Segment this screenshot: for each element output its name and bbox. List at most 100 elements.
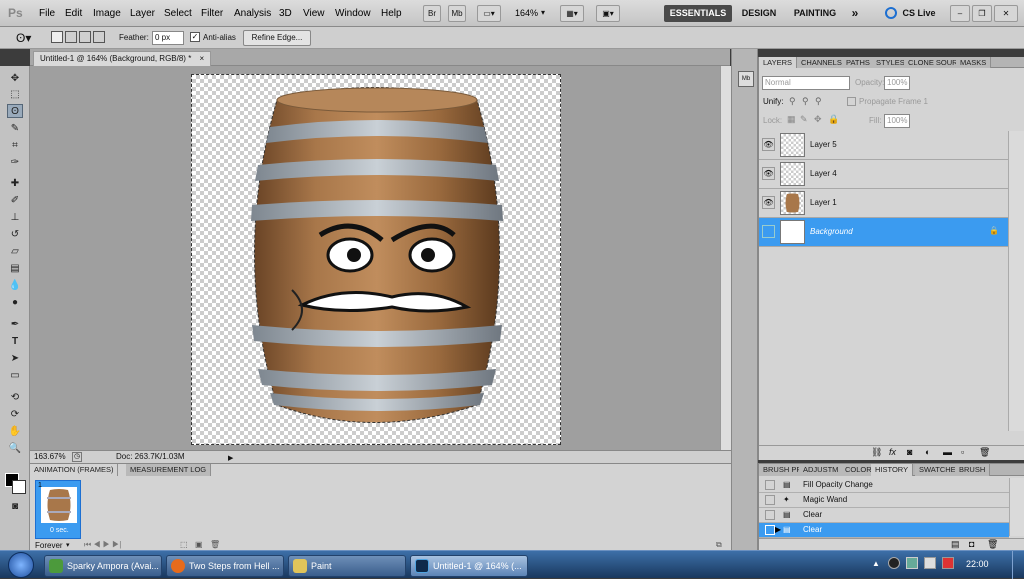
history-item[interactable]: ▤ Fill Opacity Change xyxy=(759,478,1009,493)
steam-icon[interactable] xyxy=(888,557,900,569)
start-button[interactable] xyxy=(8,552,34,578)
menu-filter[interactable]: Filter xyxy=(201,8,223,19)
visibility-eye-icon[interactable]: 👁 xyxy=(762,196,775,209)
new-snapshot-icon[interactable]: ◘ xyxy=(969,539,974,549)
adjustment-layer-icon[interactable]: ◐ xyxy=(925,447,930,457)
history-brush-tool-icon[interactable]: ↺ xyxy=(7,228,23,242)
menu-edit[interactable]: Edit xyxy=(65,8,82,19)
menu-select[interactable]: Select xyxy=(164,8,192,19)
workspace-design[interactable]: DESIGN xyxy=(738,5,780,22)
lock-transparency-icon[interactable]: ▦ xyxy=(787,114,796,125)
history-source-toggle[interactable] xyxy=(765,510,775,520)
unify-visibility-icon[interactable]: ⚲ xyxy=(802,96,809,107)
status-options-icon[interactable]: ◷ xyxy=(72,452,82,462)
delete-layer-icon[interactable]: 🗑 xyxy=(979,447,990,458)
close-tab-icon[interactable]: × xyxy=(200,54,205,63)
view-extras-button[interactable]: ▭▾ xyxy=(477,5,501,22)
zoom-level[interactable]: 164% xyxy=(515,8,538,18)
minimize-button[interactable]: – xyxy=(950,5,970,22)
cs-live-button[interactable]: CS Live xyxy=(901,5,937,22)
subtract-from-selection-icon[interactable] xyxy=(79,31,91,43)
duplicate-frame-icon[interactable]: ▣ xyxy=(195,540,203,549)
marquee-tool-icon[interactable]: ⬚ xyxy=(7,88,23,102)
menu-image[interactable]: Image xyxy=(93,8,121,19)
history-scrollbar[interactable] xyxy=(1009,478,1024,536)
lasso-tool-icon[interactable]: ʘ xyxy=(7,104,23,118)
type-tool-icon[interactable]: T xyxy=(7,335,23,349)
path-selection-tool-icon[interactable]: ➤ xyxy=(7,352,23,366)
document-tab[interactable]: Untitled-1 @ 164% (Background, RGB/8) * … xyxy=(33,51,212,66)
restore-button[interactable]: ❐ xyxy=(972,5,992,22)
layer-row-layer-4[interactable]: 👁 Layer 4 xyxy=(759,160,1008,189)
tab-masks[interactable]: MASKS xyxy=(956,57,992,68)
menu-file[interactable]: File xyxy=(39,8,55,19)
crop-tool-icon[interactable]: ⌗ xyxy=(7,139,23,153)
rectangle-tool-icon[interactable]: ▭ xyxy=(7,369,23,383)
visibility-toggle[interactable] xyxy=(762,225,775,238)
quick-selection-tool-icon[interactable]: ✎ xyxy=(7,122,23,136)
loop-dropdown-icon[interactable]: ▾ xyxy=(66,541,70,549)
layer-style-icon[interactable]: fx xyxy=(889,447,896,457)
arrange-documents-button[interactable]: ▦▾ xyxy=(560,5,584,22)
delete-state-icon[interactable]: 🗑 xyxy=(987,539,998,550)
menu-window[interactable]: Window xyxy=(335,8,371,19)
lock-position-icon[interactable]: ✥ xyxy=(814,114,822,125)
add-mask-icon[interactable]: ◙ xyxy=(907,447,912,457)
link-layers-icon[interactable]: ⛓ xyxy=(871,447,882,458)
loop-options[interactable]: Forever xyxy=(35,541,63,550)
network-icon[interactable] xyxy=(906,557,918,569)
tab-measurement-log[interactable]: MEASUREMENT LOG xyxy=(126,464,212,476)
blend-mode-select[interactable]: Normal xyxy=(762,76,850,90)
vertical-scrollbar[interactable] xyxy=(720,66,731,450)
eraser-tool-icon[interactable]: ▱ xyxy=(7,245,23,259)
history-source-toggle[interactable] xyxy=(765,495,775,505)
eyedropper-tool-icon[interactable]: ✑ xyxy=(7,156,23,170)
opacity-input[interactable]: 100% xyxy=(884,76,910,90)
more-workspaces-button[interactable]: » xyxy=(848,5,862,22)
bridge-button[interactable]: Br xyxy=(423,5,441,22)
menu-analysis[interactable]: Analysis xyxy=(234,8,271,19)
lock-all-icon[interactable]: 🔒 xyxy=(828,114,839,125)
history-item[interactable]: ✦ Magic Wand xyxy=(759,493,1009,508)
lasso-tool-preset-icon[interactable]: ʘ▾ xyxy=(16,31,31,45)
history-source-toggle[interactable] xyxy=(765,525,775,535)
unify-position-icon[interactable]: ⚲ xyxy=(789,96,796,107)
visibility-eye-icon[interactable]: 👁 xyxy=(762,167,775,180)
brush-tool-icon[interactable]: ✐ xyxy=(7,194,23,208)
fill-input[interactable]: 100% xyxy=(884,114,910,128)
anti-alias-checkbox[interactable]: ✓ xyxy=(190,32,200,42)
document-canvas[interactable] xyxy=(191,74,561,445)
visibility-eye-icon[interactable]: 👁 xyxy=(762,138,775,151)
delete-frame-icon[interactable]: 🗑 xyxy=(210,540,220,549)
tab-swatches[interactable]: SWATCHE xyxy=(915,464,961,476)
tab-brush[interactable]: BRUSH xyxy=(955,464,991,476)
frame-delay[interactable]: 0 sec. xyxy=(50,527,69,534)
refine-edge-button[interactable]: Refine Edge... xyxy=(243,30,311,46)
gradient-tool-icon[interactable]: ▤ xyxy=(7,262,23,276)
layer-row-background[interactable]: Background 🔒 xyxy=(759,218,1008,247)
add-to-selection-icon[interactable] xyxy=(65,31,77,43)
clone-stamp-tool-icon[interactable]: ⊥ xyxy=(7,211,23,225)
unify-style-icon[interactable]: ⚲ xyxy=(815,96,822,107)
tab-paths[interactable]: PATHS xyxy=(842,57,875,68)
mini-bridge-panel-icon[interactable]: Mb xyxy=(738,71,754,87)
tray-arrow-icon[interactable]: ▲ xyxy=(872,559,880,568)
tween-icon[interactable]: ⬚ xyxy=(180,540,188,549)
volume-icon[interactable] xyxy=(924,557,936,569)
layer-row-layer-5[interactable]: 👁 Layer 5 xyxy=(759,131,1008,160)
tab-adjustments[interactable]: ADJUSTM xyxy=(799,464,844,476)
menu-layer[interactable]: Layer xyxy=(130,8,155,19)
first-frame-icon[interactable]: ⏮ ◀ ▶ ▶| xyxy=(84,540,121,550)
tab-history[interactable]: HISTORY xyxy=(871,464,914,476)
background-color-swatch[interactable] xyxy=(12,480,26,494)
layers-scrollbar[interactable] xyxy=(1008,131,1024,431)
pen-tool-icon[interactable]: ✒ xyxy=(7,318,23,332)
history-source-toggle[interactable] xyxy=(765,480,775,490)
zoom-percent[interactable]: 163.67% xyxy=(34,451,66,463)
zoom-dropdown-icon[interactable]: ▾ xyxy=(541,8,545,17)
lock-pixels-icon[interactable]: ✎ xyxy=(800,114,808,125)
taskbar-item[interactable]: Two Steps from Hell ... xyxy=(166,555,284,577)
feather-input[interactable]: 0 px xyxy=(152,31,184,45)
new-selection-icon[interactable] xyxy=(51,31,63,43)
tab-channels[interactable]: CHANNELS xyxy=(797,57,847,68)
